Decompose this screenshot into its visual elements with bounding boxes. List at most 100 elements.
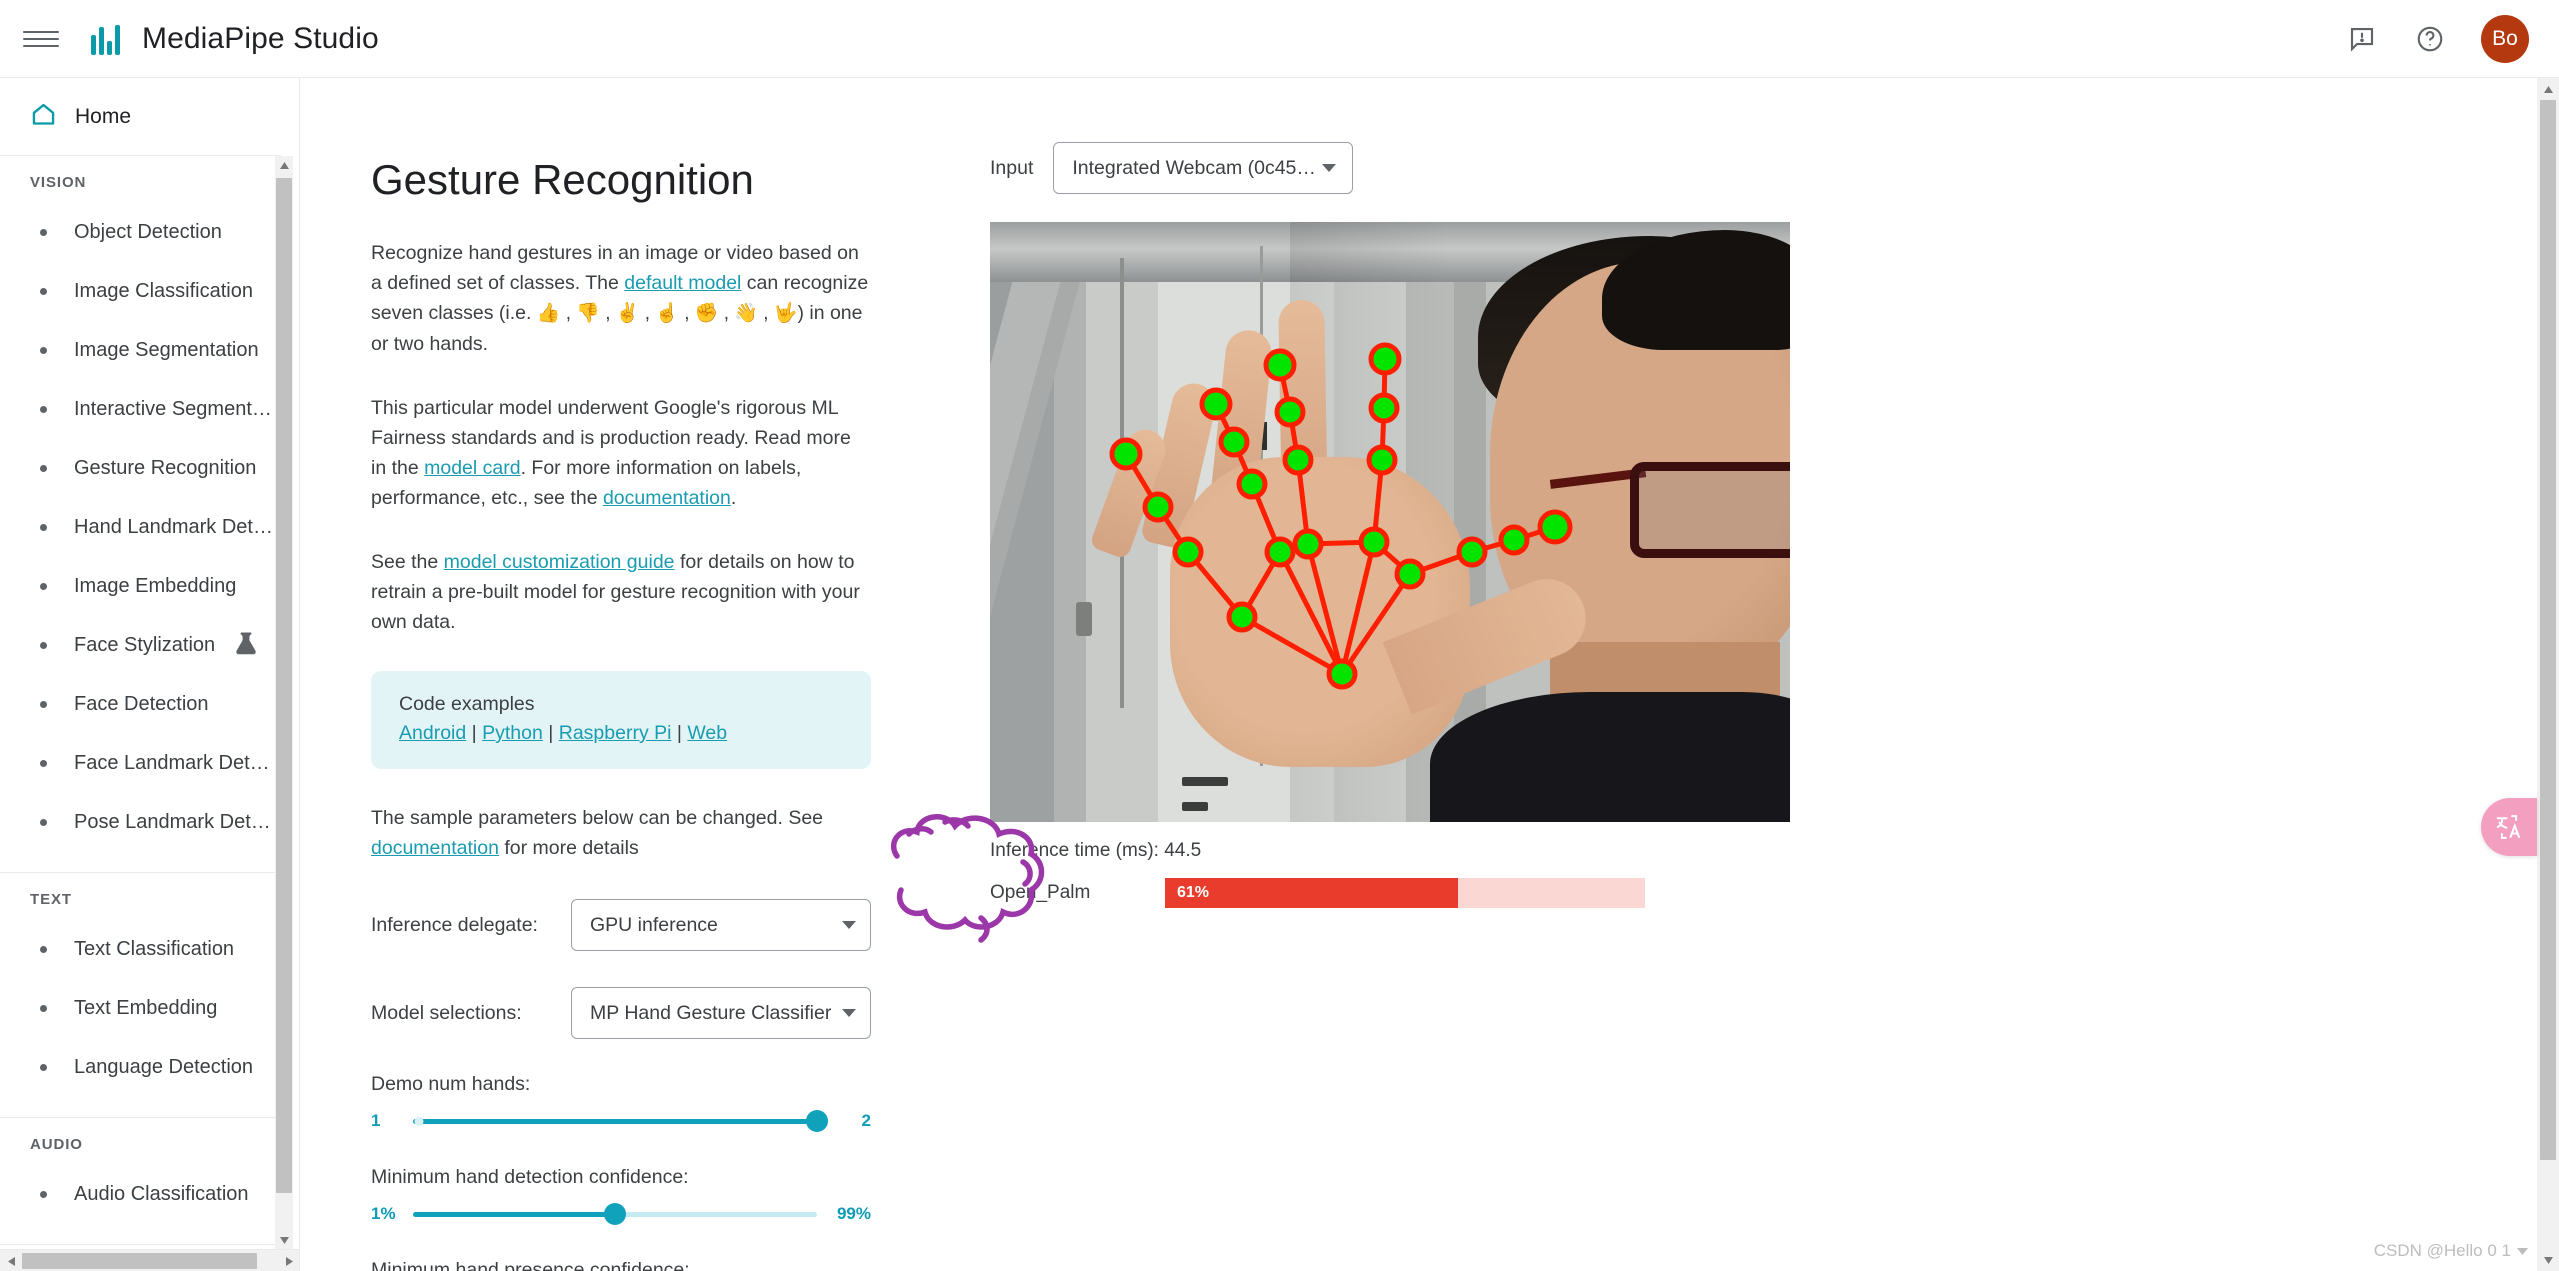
sidebar: Home VISION Object Detection Image Classif… — [0, 78, 300, 1271]
page-scroll-thumb[interactable] — [2540, 100, 2556, 1160]
chevron-down-icon — [842, 1009, 856, 1017]
code-link-raspberry-pi[interactable]: Raspberry Pi — [559, 722, 672, 744]
slider-max-value: 2 — [861, 1111, 871, 1130]
help-circle-icon[interactable] — [2413, 22, 2447, 56]
sidebar-item-hand-landmark-detec[interactable]: Hand Landmark Detec… — [0, 498, 281, 557]
input-source-row: Input Integrated Webcam (0c45… — [990, 142, 1790, 194]
avatar[interactable]: Bo — [2481, 14, 2529, 63]
sidebar-item-label: Interactive Segmentati… — [74, 398, 279, 420]
sidebar-item-text-embedding[interactable]: Text Embedding — [0, 979, 281, 1038]
confidence-sliders: Minimum hand detection confidence: 1% 99% M… — [300, 1166, 900, 1271]
documentation-link-2[interactable]: documentation — [371, 837, 499, 859]
sidebar-item-label: Hand Landmark Detec… — [74, 516, 279, 538]
sidebar-item-face-detection[interactable]: Face Detection — [0, 675, 281, 734]
sidebar-item-text-classification[interactable]: Text Classification — [0, 920, 281, 979]
feedback-icon[interactable] — [2345, 22, 2379, 56]
scroll-right-arrow-icon[interactable] — [278, 1250, 299, 1271]
sidebar-item-label: Face Detection — [74, 693, 209, 715]
default-model-link[interactable]: default model — [624, 272, 741, 294]
top-bar-actions: Bo — [2345, 14, 2529, 63]
sidebar-hscroll-thumb[interactable] — [22, 1253, 257, 1269]
scroll-up-arrow-icon[interactable] — [2537, 78, 2559, 100]
slider-thumb[interactable] — [604, 1203, 626, 1225]
intro-paragraph-1: Recognize hand gestures in an image or v… — [371, 238, 871, 359]
sidebar-item-image-embedding[interactable]: Image Embedding — [0, 557, 281, 616]
bullet-icon — [40, 465, 47, 472]
minimum-hand-presence-confidence-label: Minimum hand presence confidence: — [371, 1259, 690, 1271]
top-app-bar: MediaPipe Studio Bo — [0, 0, 2559, 78]
slider-fill — [413, 1118, 817, 1124]
code-link-android[interactable]: Android — [399, 722, 466, 744]
experiment-flask-icon — [235, 631, 257, 660]
scroll-up-arrow-icon[interactable] — [275, 156, 293, 174]
chevron-down-icon — [1321, 164, 1336, 172]
bullet-icon — [40, 347, 47, 354]
sidebar-item-face-landmark-detect[interactable]: Face Landmark Detect… — [0, 734, 281, 793]
sidebar-group-heading: VISION — [30, 174, 87, 191]
sidebar-group-text: TEXT Text Classification Text Embedding Lan… — [0, 873, 281, 1118]
sidebar-group-heading: AUDIO — [30, 1136, 83, 1153]
webcam-preview[interactable] — [990, 222, 1790, 822]
sidebar-item-label: Gesture Recognition — [74, 457, 257, 479]
sidebar-item-image-classification[interactable]: Image Classification — [0, 262, 281, 321]
sidebar-horizontal-scrollbar[interactable] — [0, 1249, 299, 1271]
documentation-link[interactable]: documentation — [603, 487, 731, 509]
sidebar-item-label: Face Stylization — [74, 634, 216, 656]
model-selections-row: Model selections: MP Hand Gesture Classi… — [371, 987, 871, 1039]
inference-delegate-label: Inference delegate: — [371, 913, 538, 936]
inference-time-label: Inference time (ms): 44.5 — [990, 840, 1202, 861]
inference-delegate-row: Inference delegate: GPU inference — [371, 899, 871, 951]
bullet-icon — [40, 288, 47, 295]
chevron-down-icon — [2517, 1247, 2528, 1255]
sidebar-item-face-stylization[interactable]: Face Stylization — [0, 616, 281, 675]
sidebar-item-gesture-recognition[interactable]: Gesture Recognition — [0, 439, 281, 498]
bullet-icon — [40, 946, 47, 953]
sidebar-item-object-detection[interactable]: Object Detection — [0, 203, 281, 262]
minimum-hand-detection-confidence-slider[interactable] — [413, 1203, 817, 1225]
sidebar-vertical-scrollbar[interactable] — [275, 156, 293, 1249]
code-link-web[interactable]: Web — [687, 722, 727, 744]
sidebar-group-vision: VISION Object Detection Image Classificati… — [0, 156, 281, 873]
sidebar-item-image-segmentation[interactable]: Image Segmentation — [0, 321, 281, 380]
bullet-icon — [40, 642, 47, 649]
sidebar-item-interactive-segmentati[interactable]: Interactive Segmentati… — [0, 380, 281, 439]
model-card-link[interactable]: model card — [424, 457, 520, 479]
sidebar-item-home[interactable]: Home — [0, 78, 281, 156]
sidebar-item-label: Image Segmentation — [74, 339, 259, 361]
scroll-down-arrow-icon[interactable] — [275, 1231, 293, 1249]
demo-num-hands-slider[interactable] — [413, 1110, 828, 1132]
sidebar-item-pose-landmark-detec[interactable]: Pose Landmark Detec… — [0, 793, 281, 852]
sidebar-item-label: Image Embedding — [74, 575, 237, 597]
sidebar-item-language-detection[interactable]: Language Detection — [0, 1038, 281, 1097]
minimum-hand-detection-confidence-label: Minimum hand detection confidence: — [371, 1166, 689, 1188]
slider-thumb[interactable] — [806, 1110, 828, 1132]
sidebar-scroll-thumb[interactable] — [276, 178, 292, 1193]
model-selections-select[interactable]: MP Hand Gesture Classifier — [571, 987, 871, 1039]
paragraph-text: The sample parameters below can be chang… — [371, 807, 824, 829]
input-source-select[interactable]: Integrated Webcam (0c45… — [1053, 142, 1354, 194]
sidebar-item-label: Home — [75, 104, 132, 128]
sidebar-item-audio-classification[interactable]: Audio Classification — [0, 1165, 281, 1224]
bullet-icon — [40, 1005, 47, 1012]
code-examples-links: Android | Python | Raspberry Pi | Web — [399, 722, 843, 745]
inference-delegate-select[interactable]: GPU inference — [571, 899, 871, 951]
app-title: MediaPipe Studio — [142, 21, 379, 55]
hamburger-menu-icon[interactable] — [23, 21, 59, 57]
watermark: CSDN @Hello 0 1 — [2374, 1241, 2529, 1261]
mediapipe-logo-icon — [91, 23, 120, 55]
gesture-confidence-bar: 61% — [1165, 878, 1645, 908]
scroll-down-arrow-icon[interactable] — [2537, 1249, 2559, 1271]
scroll-left-arrow-icon[interactable] — [0, 1250, 22, 1271]
translate-icon[interactable] — [2481, 798, 2537, 856]
inference-delegate-value: GPU inference — [590, 913, 718, 936]
sidebar-group-audio: AUDIO Audio Classification — [0, 1118, 281, 1245]
model-selections-label: Model selections: — [371, 1001, 522, 1024]
code-link-python[interactable]: Python — [482, 722, 543, 744]
code-link-separator: | — [542, 722, 559, 744]
sidebar-item-label: Text Embedding — [74, 997, 218, 1019]
page-vertical-scrollbar[interactable] — [2537, 78, 2559, 1271]
sample-parameters-paragraph: The sample parameters below can be chang… — [371, 803, 871, 863]
sidebar-item-label: Text Classification — [74, 938, 235, 960]
model-customization-guide-link[interactable]: model customization guide — [444, 551, 675, 573]
slider-max-value: 99% — [836, 1204, 871, 1223]
